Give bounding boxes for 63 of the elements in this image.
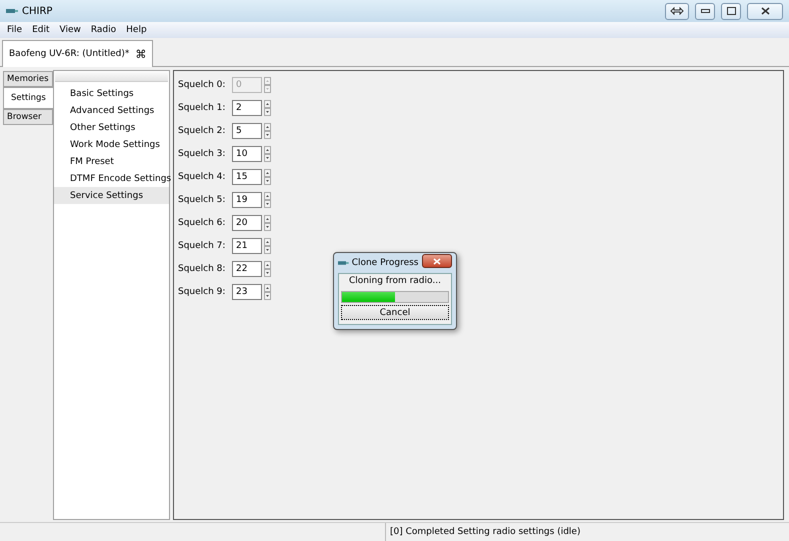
status-message: [0] Completed Setting radio settings (idle) — [389, 527, 580, 537]
spin-arrows-icon[interactable] — [264, 261, 271, 277]
field-label: Squelch 5: — [178, 195, 226, 205]
close-icon — [432, 258, 441, 264]
field-label: Squelch 4: — [178, 172, 226, 182]
tree-item[interactable]: Other Settings — [54, 119, 169, 136]
spin-arrows-icon[interactable] — [264, 169, 271, 185]
tree-item[interactable]: Work Mode Settings — [54, 136, 169, 153]
spin-arrows-icon[interactable] — [264, 238, 271, 254]
spin-arrows-icon[interactable] — [264, 284, 271, 300]
close-button[interactable] — [747, 2, 783, 20]
menu-item[interactable]: Edit — [27, 25, 54, 35]
spin-field[interactable]: 5 — [232, 123, 262, 139]
spin-field[interactable]: 2 — [232, 100, 262, 116]
menu-item[interactable]: Radio — [86, 25, 122, 35]
side-tab[interactable]: Browser — [3, 109, 53, 125]
tree-item[interactable]: Basic Settings — [54, 85, 169, 102]
maximize-button[interactable] — [721, 2, 741, 20]
spin-field[interactable]: 23 — [232, 284, 262, 300]
spin-field[interactable]: 22 — [232, 261, 262, 277]
field-label: Squelch 8: — [178, 264, 226, 274]
menu-item[interactable]: View — [54, 25, 86, 35]
minimize-button[interactable] — [695, 2, 715, 20]
spin-field[interactable]: 20 — [232, 215, 262, 231]
tree-item[interactable]: Service Settings — [54, 187, 169, 204]
field-label: Squelch 1: — [178, 103, 226, 113]
tree-item[interactable]: DTMF Encode Settings — [54, 170, 169, 187]
menu-item[interactable]: File — [2, 25, 28, 35]
document-tab[interactable]: Baofeng UV-6R: (Untitled)* ⌘ — [2, 40, 154, 67]
field-label: Squelch 3: — [178, 149, 226, 159]
spin-arrows-icon[interactable] — [264, 192, 271, 208]
swap-button[interactable] — [665, 2, 689, 20]
double-arrow-icon — [670, 7, 684, 15]
tab-close-button[interactable]: ⌘ — [135, 48, 146, 60]
radio-icon — [6, 8, 18, 14]
spin-arrows-icon[interactable] — [264, 215, 271, 231]
spin-field[interactable]: 19 — [232, 192, 262, 208]
dialog-close-button[interactable] — [422, 254, 452, 268]
menu-item[interactable]: Help — [121, 25, 152, 35]
spin-arrows-icon[interactable] — [264, 146, 271, 162]
minimize-icon — [700, 9, 710, 13]
spin-field[interactable]: 21 — [232, 238, 262, 254]
close-icon — [760, 7, 770, 15]
spin-arrows-icon[interactable] — [264, 123, 271, 139]
dialog-title: Clone Progress — [352, 258, 418, 268]
tab-label: Baofeng UV-6R: (Untitled)* — [9, 49, 130, 59]
radio-icon — [338, 260, 349, 266]
field-label: Squelch 7: — [178, 241, 226, 251]
side-tab[interactable]: Memories — [3, 71, 53, 87]
spin-arrows-icon[interactable] — [264, 100, 271, 116]
field-label: Squelch 2: — [178, 126, 226, 136]
field-label: Squelch 0: — [178, 80, 226, 90]
side-tab[interactable]: Settings — [3, 87, 53, 109]
maximize-icon — [726, 7, 736, 15]
field-label: Squelch 9: — [178, 287, 226, 297]
spin-field[interactable]: 10 — [232, 146, 262, 162]
window-title: CHIRP — [22, 6, 54, 16]
field-label: Squelch 6: — [178, 218, 226, 228]
tree-item[interactable]: Advanced Settings — [54, 102, 169, 119]
progress-message: Cloning from radio... — [348, 276, 442, 288]
tree-item[interactable]: FM Preset — [54, 153, 169, 170]
spin-field[interactable]: 15 — [232, 169, 262, 185]
cancel-button[interactable]: Cancel — [341, 305, 449, 320]
